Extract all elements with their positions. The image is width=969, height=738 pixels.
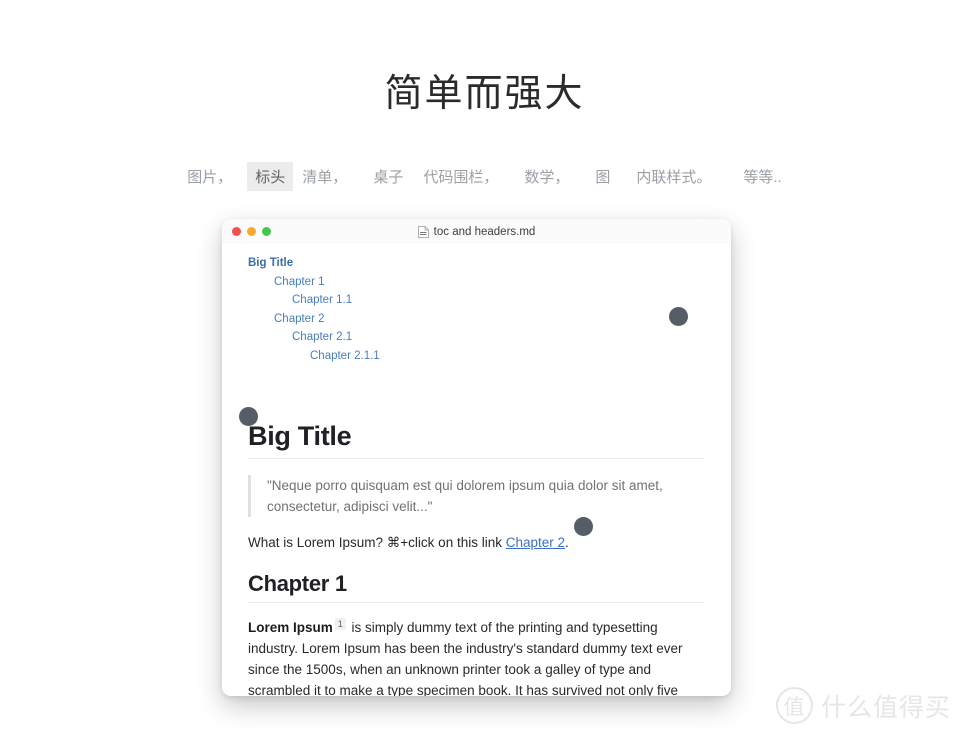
- watermark: 值 什么值得买: [775, 687, 951, 724]
- toc-item[interactable]: Chapter 2.1: [248, 328, 705, 347]
- nav-item-etc[interactable]: 等等..: [738, 163, 786, 190]
- markdown-document-icon: [417, 225, 429, 238]
- nav-item-math[interactable]: 数学，: [519, 163, 574, 190]
- app-window: toc and headers.md Big Title Chapter 1 C…: [222, 219, 731, 696]
- window-title: toc and headers.md: [433, 225, 536, 238]
- link-paragraph-suffix: .: [565, 535, 569, 550]
- window-title-group: toc and headers.md: [222, 225, 731, 238]
- watermark-text: 什么值得买: [820, 693, 951, 722]
- body-bold-lead: Lorem Ipsum: [248, 620, 333, 635]
- body-paragraph: Lorem Ipsum 1 is simply dummy text of the…: [248, 617, 705, 696]
- cursor-dot-toc-right: [669, 307, 688, 326]
- toc-item[interactable]: Chapter 2.1.1: [248, 347, 705, 366]
- nav-item-images[interactable]: 图片，: [182, 163, 237, 190]
- window-titlebar: toc and headers.md: [222, 219, 731, 244]
- link-paragraph-prefix: What is Lorem Ipsum? ⌘+click on this lin…: [248, 535, 506, 550]
- minimize-icon[interactable]: [247, 227, 256, 236]
- toc-item[interactable]: Chapter 2: [248, 310, 705, 329]
- toc-item[interactable]: Chapter 1.1: [248, 291, 705, 310]
- feature-nav: 图片， 标头 清单， 桌子 代码围栏， 数学， 图 内联样式。 等等..: [0, 161, 969, 191]
- heading-big-title: Big Title: [248, 421, 705, 459]
- chapter-2-link[interactable]: Chapter 2: [506, 535, 565, 550]
- traffic-lights: [232, 227, 271, 236]
- watermark-badge: 值: [775, 687, 813, 724]
- nav-item-diagrams[interactable]: 图: [590, 163, 615, 190]
- nav-item-inline-styles[interactable]: 内联样式。: [631, 163, 716, 190]
- maximize-icon[interactable]: [262, 227, 271, 236]
- page-title: 简单而强大: [384, 73, 585, 115]
- nav-item-lists[interactable]: 清单，: [297, 163, 352, 190]
- close-icon[interactable]: [232, 227, 241, 236]
- heading-chapter-1: Chapter 1: [248, 571, 705, 603]
- document-body: Big Title Chapter 1 Chapter 1.1 Chapter …: [222, 244, 731, 696]
- blockquote: "Neque porro quisquam est qui dolorem ip…: [248, 475, 705, 517]
- footnote-reference[interactable]: 1: [334, 617, 346, 630]
- toc-item[interactable]: Big Title: [248, 254, 705, 273]
- cursor-dot-link: [574, 517, 593, 536]
- nav-item-code-fences[interactable]: 代码围栏，: [418, 163, 503, 190]
- cursor-dot-big-title: [239, 407, 258, 426]
- table-of-contents: Big Title Chapter 1 Chapter 1.1 Chapter …: [248, 254, 705, 365]
- nav-item-headers[interactable]: 标头: [247, 161, 294, 191]
- nav-item-tables[interactable]: 桌子: [368, 163, 408, 190]
- link-paragraph: What is Lorem Ipsum? ⌘+click on this lin…: [248, 532, 705, 553]
- toc-item[interactable]: Chapter 1: [248, 273, 705, 292]
